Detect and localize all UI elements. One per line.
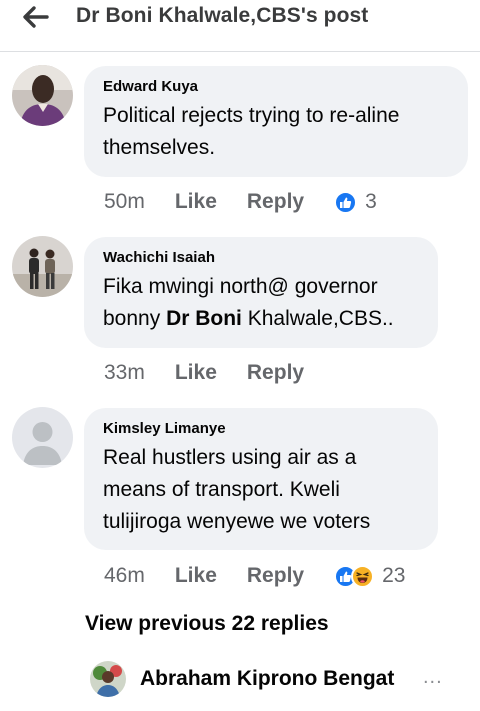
comment-line: means of transport. Kweli [103, 478, 340, 501]
reply-button[interactable]: Reply [247, 361, 304, 385]
profile-photo-icon [12, 236, 73, 297]
comment-author[interactable]: Kimsley Limanye [103, 420, 420, 438]
comment-timestamp[interactable]: 50m [104, 190, 145, 214]
avatar[interactable] [12, 407, 73, 468]
comment-author[interactable]: Wachichi Isaiah [103, 249, 420, 267]
default-avatar-icon [12, 407, 73, 468]
like-button[interactable]: Like [175, 361, 217, 385]
comment-text: Real hustlers using air as a means of tr… [103, 442, 420, 538]
profile-photo-icon [12, 65, 73, 126]
comment-line: bonny Dr Boni Khalwale,CBS.. [103, 303, 420, 335]
comment-timestamp[interactable]: 46m [104, 564, 145, 588]
like-button[interactable]: Like [175, 190, 217, 214]
reply-preview[interactable]: Abraham Kiprono Bengat ... [0, 656, 480, 706]
comment-bubble: Edward Kuya Political rejects trying to … [84, 66, 468, 177]
comment-line: Political rejects trying to re-aline [103, 104, 400, 127]
comment-text: Fika mwingi north@ governor bonny Dr Bon… [103, 271, 420, 335]
comment-bubble: Kimsley Limanye Real hustlers using air … [84, 408, 438, 550]
comment-actions: 50m Like Reply 3 [104, 188, 377, 216]
comment-author[interactable]: Edward Kuya [103, 78, 450, 96]
like-reaction-icon [334, 190, 358, 214]
arrow-left-icon [23, 6, 49, 28]
page-title: Dr Boni Khalwale,CBS's post [76, 4, 369, 27]
like-button[interactable]: Like [175, 564, 217, 588]
avatar[interactable] [12, 65, 73, 126]
reply-button[interactable]: Reply [247, 190, 304, 214]
avatar[interactable] [12, 236, 73, 297]
comment-text-part: bonny [103, 307, 167, 330]
haha-reaction-icon [351, 564, 375, 588]
comment-actions: 46m Like Reply 23 [104, 562, 405, 590]
comment-line: tulijiroga wenyewe we voters [103, 510, 371, 533]
comment-line: themselves. [103, 136, 216, 159]
comment-text: Political rejects trying to re-aline the… [103, 100, 450, 164]
comment-line: Real hustlers using air as a [103, 446, 357, 469]
mention-link[interactable]: Dr Boni [166, 307, 242, 330]
comment-timestamp[interactable]: 33m [104, 361, 145, 385]
comment-line: Fika mwingi north@ governor [103, 275, 378, 298]
comment-actions: 33m Like Reply [104, 359, 334, 387]
avatar[interactable] [90, 661, 126, 697]
post-header: Dr Boni Khalwale,CBS's post [0, 0, 480, 52]
reactions-summary[interactable]: 3 [334, 190, 377, 214]
reaction-count: 23 [382, 564, 406, 587]
back-button[interactable] [18, 2, 52, 32]
comment-bubble: Wachichi Isaiah Fika mwingi north@ gover… [84, 237, 438, 348]
more-options-icon[interactable]: ... [423, 666, 443, 689]
comment-text-part: Khalwale,CBS.. [241, 307, 394, 330]
reply-button[interactable]: Reply [247, 564, 304, 588]
reply-author[interactable]: Abraham Kiprono Bengat [140, 667, 394, 691]
reactions-summary[interactable]: 23 [334, 564, 405, 588]
view-previous-replies-link[interactable]: View previous 22 replies [85, 612, 329, 636]
profile-photo-icon [90, 661, 126, 697]
reaction-count: 3 [365, 190, 377, 213]
